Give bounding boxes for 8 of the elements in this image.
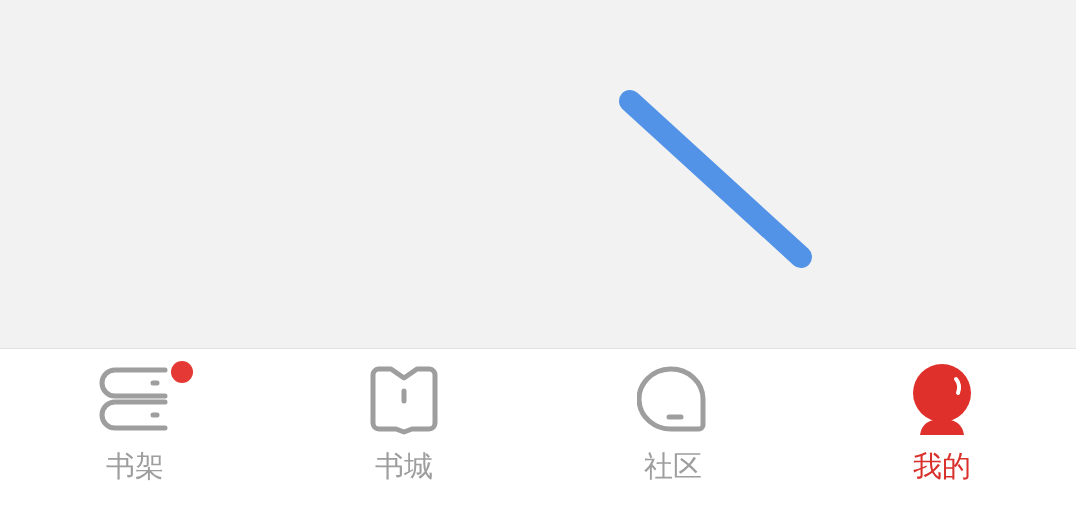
tab-label: 我的 bbox=[912, 449, 971, 483]
tab[interactable]: 书架 bbox=[0, 349, 269, 508]
tab[interactable]: 我的 bbox=[807, 349, 1076, 508]
tab-label: 书城 bbox=[374, 449, 433, 483]
tab[interactable]: 书城 bbox=[269, 349, 538, 508]
tab[interactable]: 社区 bbox=[538, 349, 807, 508]
tab-label: 书架 bbox=[105, 449, 164, 483]
tab-label: 社区 bbox=[643, 449, 702, 483]
